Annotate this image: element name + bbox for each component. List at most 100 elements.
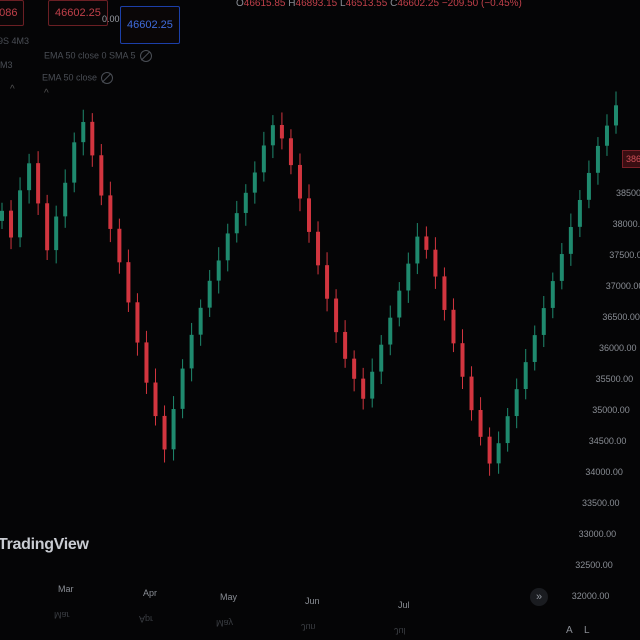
candle-body <box>18 190 23 238</box>
candle-body <box>352 358 357 379</box>
candle-body <box>135 302 140 343</box>
candlestick-chart[interactable] <box>0 0 640 640</box>
time-axis-reflection: Mar <box>54 610 70 620</box>
candle-body <box>288 138 293 166</box>
candle-body <box>487 436 492 464</box>
candle-body <box>379 344 384 372</box>
open-value: 46615.85 <box>243 0 286 9</box>
double-chevron-right-icon: » <box>535 591 543 603</box>
low-value: 46513.55 <box>345 0 388 9</box>
candle-body <box>72 142 77 183</box>
candle-body <box>126 262 131 303</box>
price-axis-label: 37000.00 <box>605 281 640 291</box>
candle-body <box>325 265 330 299</box>
candle-body <box>27 163 32 191</box>
visibility-off-icon[interactable] <box>101 72 114 84</box>
candle-body <box>234 213 239 234</box>
candle-body <box>604 125 609 146</box>
candle-body <box>577 199 582 227</box>
open-label: O <box>236 0 244 9</box>
scroll-to-realtime-button[interactable]: » <box>530 588 548 606</box>
candle-body <box>523 362 528 390</box>
time-axis-label: Mar <box>58 584 74 594</box>
indicator-ema-label: EMA 50 close <box>42 72 98 83</box>
sell-button[interactable]: 46602.25 <box>48 0 108 26</box>
candle-body <box>406 263 411 291</box>
candle-body <box>99 155 104 196</box>
candle-body <box>153 382 158 417</box>
chart-scene[interactable]: 0086 46602.25 0.00 46602.25 O46615.85 H4… <box>0 0 640 640</box>
candle-body <box>81 122 86 143</box>
time-axis-reflection: Jun <box>301 622 316 632</box>
candle-body <box>216 260 221 281</box>
candle-body <box>388 317 393 345</box>
candle-body <box>505 416 510 444</box>
candle-body <box>496 443 501 464</box>
auto-scale-button[interactable]: A <box>566 625 573 636</box>
chevron-up-icon[interactable]: ^ <box>10 84 15 95</box>
price-axis-label: 36500.00 <box>602 312 640 322</box>
time-axis-reflection: Apr <box>139 614 154 624</box>
visibility-off-icon[interactable] <box>139 50 152 62</box>
candle-body <box>559 254 564 281</box>
candle-body <box>469 376 474 411</box>
sell-price: 46602.25 <box>55 7 101 19</box>
candle-body <box>307 198 311 232</box>
sell-price-partial: 0086 <box>0 7 18 19</box>
indicator-ema-sma[interactable]: EMA 50 close 0 SMA 5 <box>44 50 152 62</box>
candle-body <box>279 124 284 139</box>
candle-body <box>108 195 113 229</box>
candle-body <box>297 164 302 199</box>
candle-body <box>595 145 600 173</box>
candle-body <box>117 228 122 263</box>
close-value: 46602.25 <box>397 0 440 9</box>
buy-button[interactable]: 46602.25 <box>120 6 180 44</box>
candle-body <box>514 389 519 417</box>
price-axis-label: 36000.00 <box>599 343 637 353</box>
candle-body <box>144 342 149 383</box>
spread-value: 0.00 <box>102 14 120 24</box>
candle-body <box>316 231 321 266</box>
current-price-tag: 386 <box>622 150 640 168</box>
indicator-partial-1: 9S 4M3 <box>0 36 30 46</box>
indicator-ema[interactable]: EMA 50 close <box>42 72 114 84</box>
candle-body <box>568 227 573 254</box>
candle-body <box>550 281 555 308</box>
indicator-ema-sma-label: EMA 50 close 0 SMA 5 <box>44 50 136 61</box>
price-axis-label: 37500.00 <box>609 250 640 260</box>
candle-body <box>243 192 248 213</box>
sell-price-box-partial[interactable]: 0086 <box>0 0 25 26</box>
price-axis-label: 32500.00 <box>575 560 613 570</box>
candle-body <box>361 378 366 399</box>
price-axis-label: 32000.00 <box>571 591 610 601</box>
candle-body <box>171 409 176 450</box>
ohlc-legend: O46615.85 H46893.15 L46513.55 C46602.25 … <box>236 0 522 9</box>
time-axis-label: May <box>220 592 238 602</box>
candle-body <box>424 236 429 250</box>
candle-body <box>180 368 185 409</box>
candle-body <box>614 105 618 126</box>
candle-body <box>586 172 591 200</box>
chevron-up-icon[interactable]: ^ <box>44 88 49 99</box>
candle-body <box>0 210 4 221</box>
buy-price: 46602.25 <box>127 19 173 31</box>
candle-body <box>433 249 438 277</box>
candle-body <box>397 290 402 318</box>
price-axis-label: 35500.00 <box>595 374 634 384</box>
candle-body <box>261 145 266 173</box>
time-axis-reflection: Jul <box>394 626 406 636</box>
candle-body <box>532 335 537 362</box>
price-axis-label: 38500.00 <box>616 188 640 198</box>
candle-body <box>189 334 194 369</box>
price-axis-label: 35000.00 <box>592 405 630 415</box>
high-value: 46893.15 <box>295 0 338 9</box>
high-label: H <box>288 0 296 9</box>
candle-body <box>63 182 68 217</box>
candle-body <box>54 216 59 251</box>
log-scale-button[interactable]: L <box>584 625 590 636</box>
candle-body <box>415 236 420 264</box>
candle-body <box>478 409 483 437</box>
candle-body <box>207 280 212 308</box>
price-axis-label: 38000.00 <box>612 219 640 229</box>
candle-body <box>252 172 257 193</box>
